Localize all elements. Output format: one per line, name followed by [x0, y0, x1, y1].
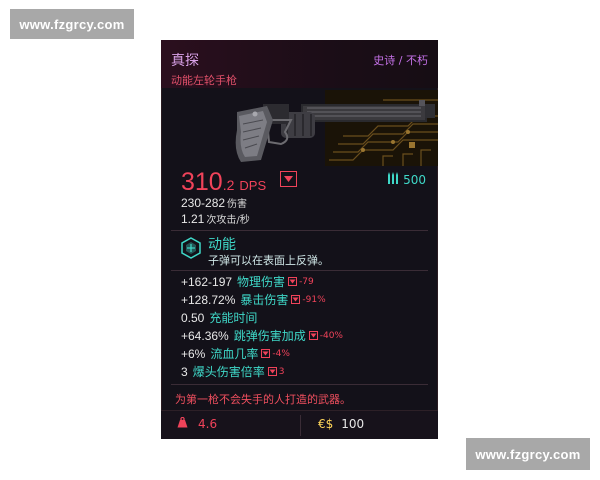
tooltip-header: 真探 史诗 / 不朽 动能左轮手枪 [161, 40, 438, 88]
stat-compare: 3 [267, 366, 285, 377]
stat-delta: -79 [299, 276, 314, 287]
item-type: 动能左轮手枪 [171, 74, 237, 87]
dps-label: DPS [239, 178, 267, 193]
stat-label: 流血几率 [210, 347, 259, 361]
compare-down-icon [280, 171, 297, 187]
weight-value: 4.6 [198, 417, 218, 431]
watermark-bottom: www.fzgrcy.com [466, 438, 590, 470]
damage-unit: 伤害 [227, 199, 248, 210]
price: €$ 100 [318, 417, 364, 431]
flavor-text: 为第一枪不会失手的人打造的武器。 [175, 393, 351, 406]
stat-row: 3 爆头伤害倍率 3 [181, 363, 284, 380]
attack-speed-line: 1.21 次攻击/秒 [181, 211, 250, 226]
dps-decimal: .2 [222, 177, 235, 193]
ammo-icon [387, 172, 399, 187]
stat-label: 充能时间 [209, 311, 258, 325]
stat-delta: -4% [272, 348, 290, 359]
item-tooltip-card: 真探 史诗 / 不朽 动能左轮手枪 310 .2 DPS 500 230-282… [161, 40, 438, 439]
stat-value: +6% [181, 346, 206, 361]
stat-row: +64.36% 跳弹伤害加成 -40% [181, 327, 343, 344]
stat-delta: 3 [278, 366, 285, 377]
weight: 4.6 [177, 416, 218, 431]
tooltip-footer: 4.6 €$ 100 [161, 410, 438, 439]
stat-label: 物理伤害 [237, 275, 286, 289]
item-name: 真探 [171, 53, 199, 69]
damage-line: 230-282 伤害 [181, 195, 247, 210]
attack-speed-value: 1.21 [181, 212, 205, 226]
divider [171, 270, 428, 271]
mod-name: 动能 [208, 237, 236, 253]
stat-value: +64.36% [181, 328, 229, 343]
compare-down-icon [291, 295, 301, 304]
damage-value: 230-282 [181, 196, 226, 210]
stat-value: 3 [181, 364, 188, 379]
dps-integer: 310 [181, 168, 223, 196]
price-value: 100 [341, 417, 365, 431]
divider [171, 230, 428, 231]
compare-down-icon [308, 331, 318, 340]
stat-delta: -40% [319, 330, 343, 341]
ammo-count: 500 [387, 172, 426, 187]
ammo-value: 500 [403, 172, 426, 187]
stat-compare: -91% [291, 294, 326, 305]
stat-compare: -40% [308, 330, 343, 341]
footer-separator [300, 415, 301, 436]
attack-speed-unit: 次攻击/秒 [206, 215, 250, 226]
weapon-image [233, 90, 438, 166]
watermark-top: www.fzgrcy.com [10, 9, 134, 39]
compare-down-icon [288, 277, 298, 286]
compare-down-icon [261, 349, 271, 358]
stat-row: +128.72% 暴击伤害 -91% [181, 291, 326, 308]
stat-label: 跳弹伤害加成 [233, 329, 306, 343]
stat-label: 暴击伤害 [240, 293, 289, 307]
stat-label: 爆头伤害倍率 [192, 365, 265, 379]
stat-value: 0.50 [181, 310, 205, 325]
weight-icon [177, 416, 188, 431]
stat-row: +6% 流血几率 -4% [181, 345, 290, 362]
divider [171, 384, 428, 385]
stat-compare: -79 [288, 277, 314, 287]
stat-value: +162-197 [181, 274, 233, 289]
kinetic-mod-icon [180, 237, 202, 259]
compare-down-icon [267, 367, 277, 376]
item-rarity: 史诗 / 不朽 [373, 54, 428, 67]
stat-row: +162-197 物理伤害 -79 [181, 273, 314, 290]
mod-description: 子弹可以在表面上反弹。 [208, 254, 329, 267]
eurodollar-icon: €$ [318, 417, 334, 431]
dps-value: 310 .2 DPS [181, 168, 266, 197]
stat-value: +128.72% [181, 292, 236, 307]
stat-delta: -91% [302, 294, 326, 305]
stat-compare: -4% [261, 349, 290, 359]
stat-row: 0.50 充能时间 [181, 309, 257, 326]
